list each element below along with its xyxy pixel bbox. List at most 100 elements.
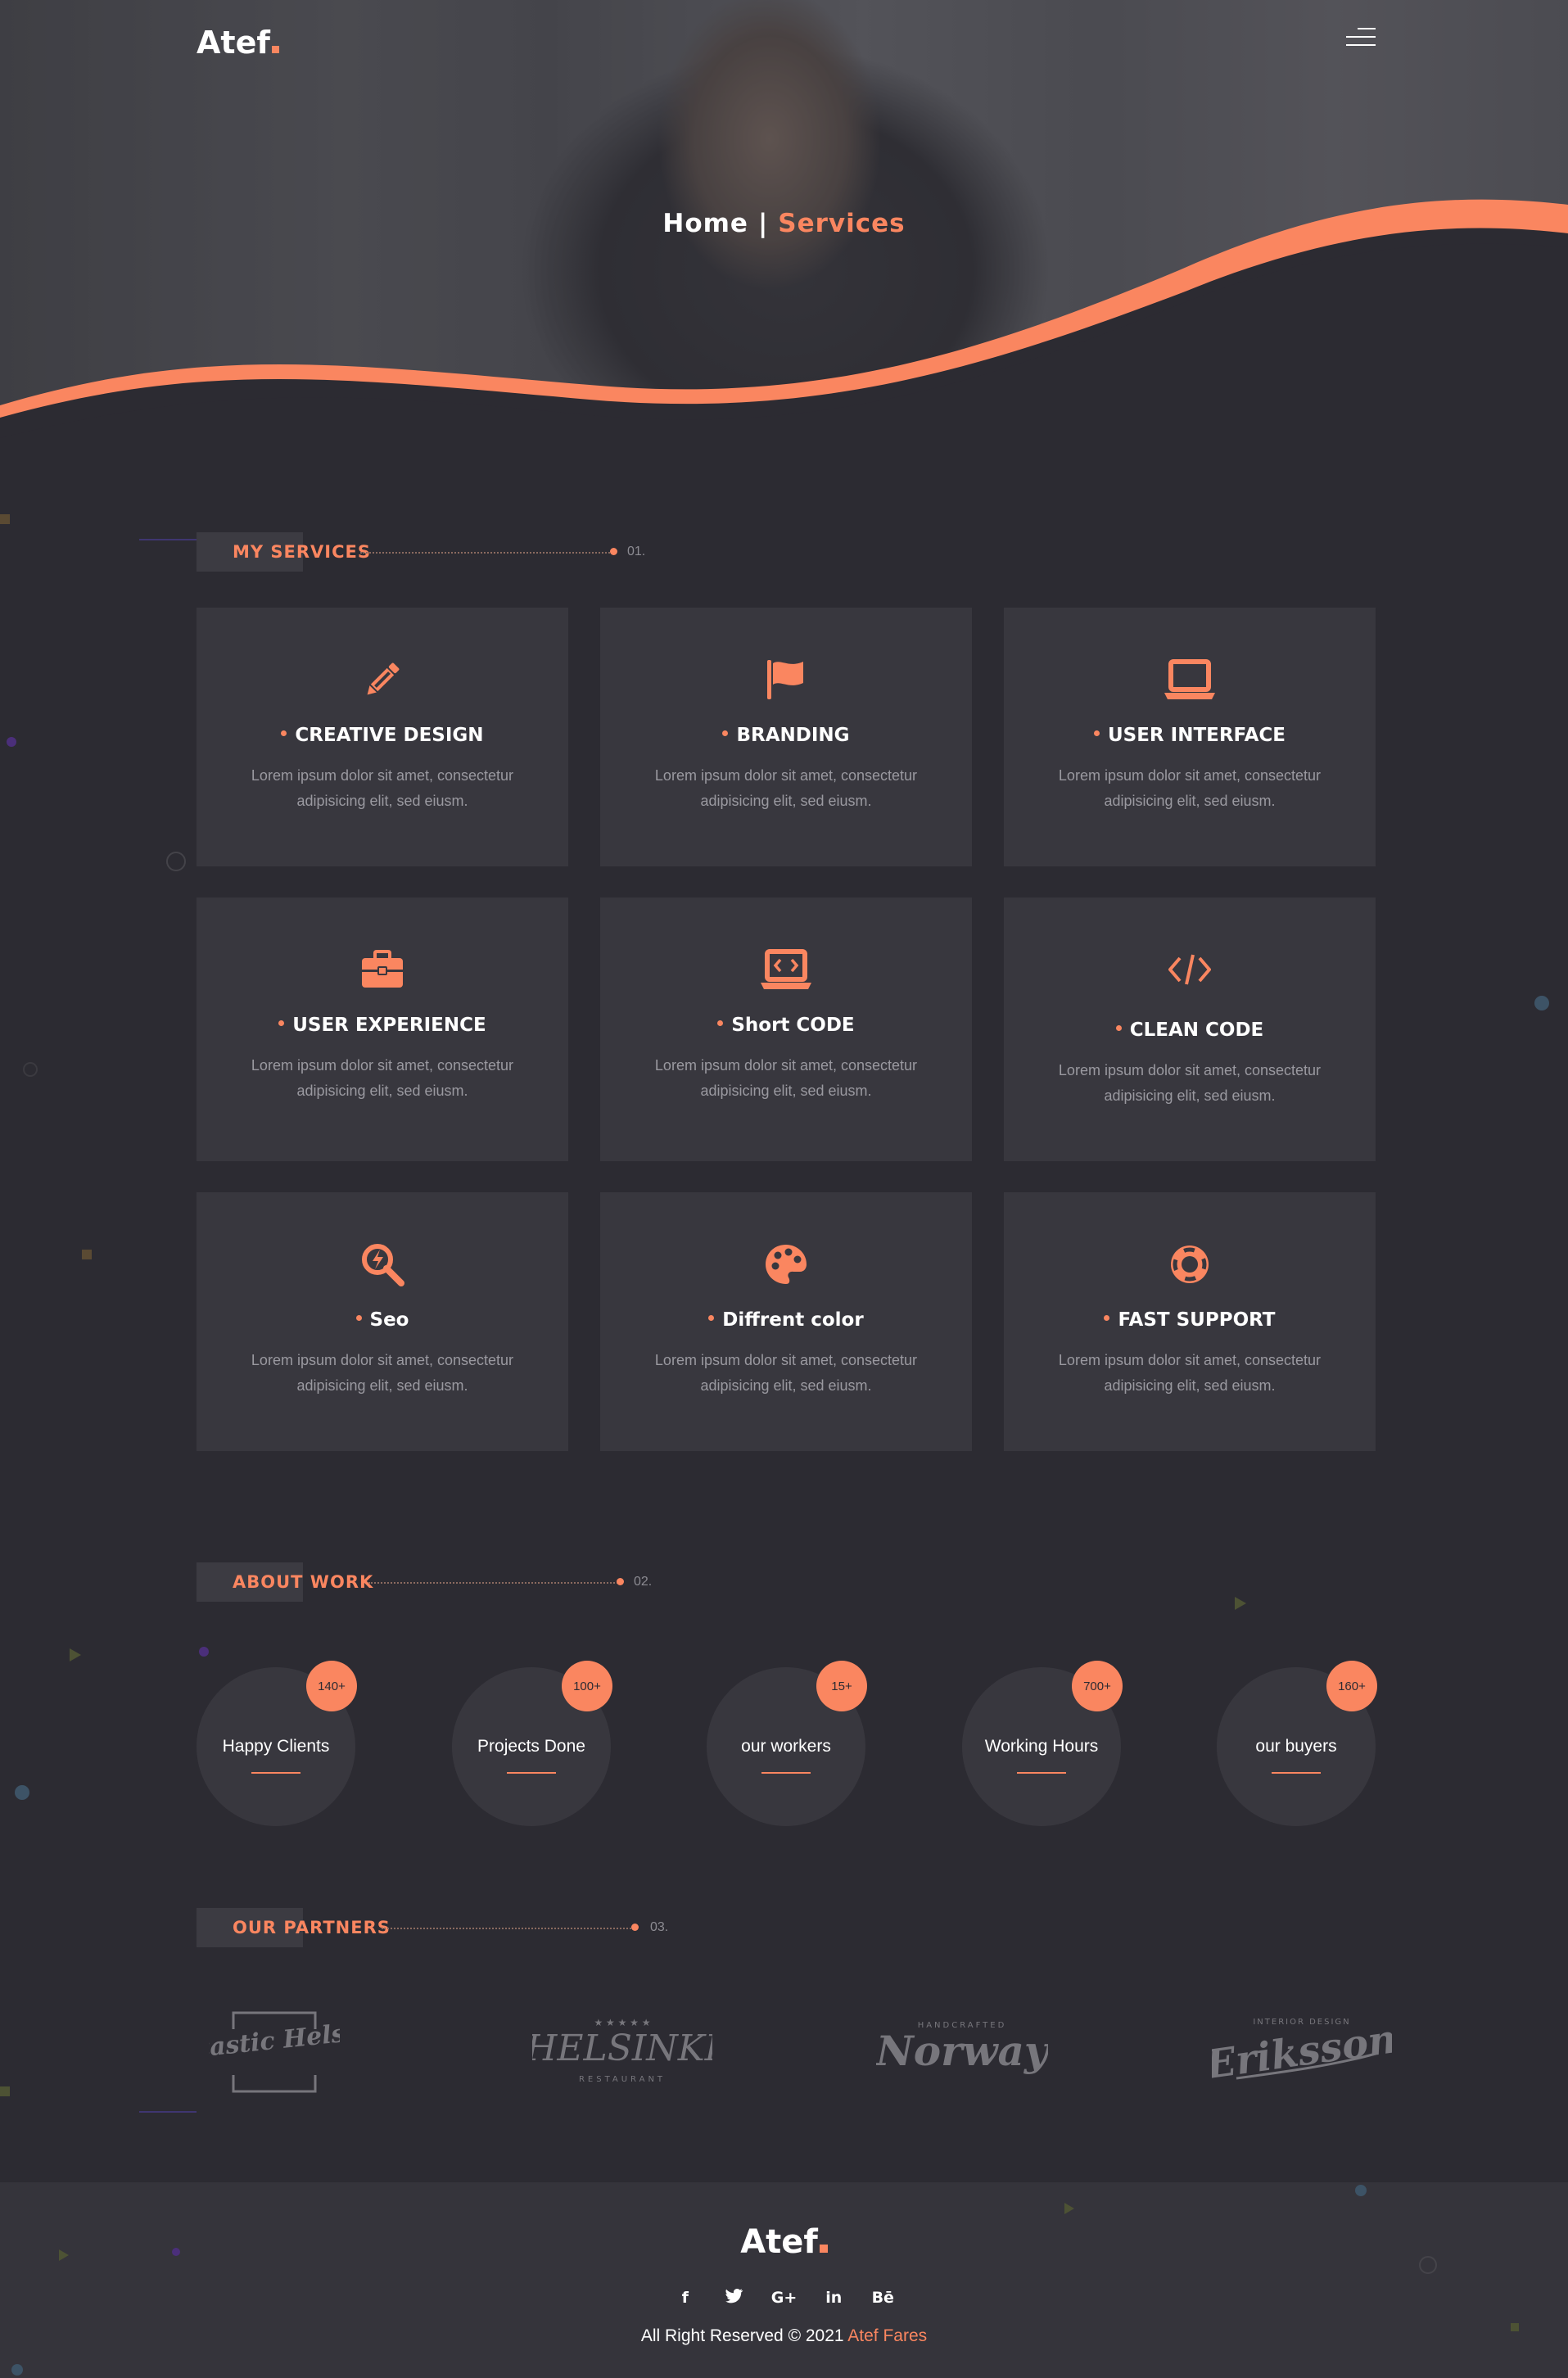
decor-ring: [166, 852, 186, 871]
footer: Atef f G+ in Bē All Right Reserved © 202…: [0, 2182, 1568, 2378]
section-title: MY SERVICES: [233, 542, 372, 562]
briefcase-icon: [197, 945, 568, 994]
svg-text:★ ★ ★ ★ ★: ★ ★ ★ ★ ★: [594, 2017, 650, 2028]
stat-counter: Working Hours 700+: [962, 1661, 1123, 1826]
decor-triangle: [70, 1648, 81, 1661]
stat-label: Working Hours: [984, 1737, 1099, 1756]
section-title: ABOUT WORK: [233, 1572, 374, 1592]
flag-icon: [600, 655, 972, 704]
behance-icon[interactable]: Bē: [870, 2289, 895, 2308]
decor-triangle: [1235, 1597, 1246, 1610]
facebook-icon[interactable]: f: [673, 2289, 698, 2308]
stat-value-badge: 15+: [816, 1661, 867, 1711]
pencil-icon: [197, 655, 568, 704]
linkedin-icon[interactable]: in: [821, 2289, 846, 2308]
service-card[interactable]: USER INTERFACE Lorem ipsum dolor sit amet…: [1004, 608, 1376, 866]
section-number: 01.: [627, 545, 646, 558]
section-number: 03.: [650, 1920, 669, 1934]
decor-triangle: [1064, 2203, 1074, 2214]
breadcrumb: Home | Services: [0, 209, 1568, 238]
stat-value-badge: 140+: [306, 1661, 357, 1711]
section-number: 02.: [634, 1575, 653, 1589]
svg-text:HELSINKI: HELSINKI: [532, 2028, 712, 2069]
service-title: Diffrent color: [600, 1309, 972, 1331]
svg-text:RESTAURANT: RESTAURANT: [579, 2075, 666, 2084]
service-description: Lorem ipsum dolor sit amet, consectetur …: [1058, 1062, 1322, 1104]
service-description: Lorem ipsum dolor sit amet, consectetur …: [251, 1352, 514, 1394]
site-logo[interactable]: Atef: [197, 25, 279, 61]
hamburger-menu-icon[interactable]: [1343, 26, 1376, 51]
stat-counter: our buyers 160+: [1217, 1661, 1377, 1826]
decor-dot: [15, 1785, 29, 1800]
service-description: Lorem ipsum dolor sit amet, consectetur …: [654, 1352, 918, 1394]
logo-dot: [271, 46, 279, 53]
decor-dot: [199, 1647, 209, 1657]
partner-logo-eriksson[interactable]: INTERIOR DESIGN Eriksson: [1212, 1998, 1392, 2104]
service-card[interactable]: BRANDING Lorem ipsum dolor sit amet, cons…: [600, 608, 972, 866]
service-description: Lorem ipsum dolor sit amet, consectetur …: [1058, 1352, 1322, 1394]
service-card[interactable]: Short CODE Lorem ipsum dolor sit amet, co…: [600, 897, 972, 1161]
copyright: All Right Reserved © 2021 Atef Fares: [0, 2326, 1568, 2346]
section-title: OUR PARTNERS: [233, 1918, 391, 1937]
service-title: FAST SUPPORT: [1004, 1309, 1376, 1331]
decor-dot: [7, 737, 16, 747]
decor-ring: [23, 1062, 38, 1077]
palette-icon: [600, 1240, 972, 1289]
service-title: BRANDING: [600, 725, 972, 746]
partner-logo-helsinki[interactable]: ★ ★ ★ ★ ★ HELSINKI RESTAURANT: [532, 1998, 712, 2104]
service-title: CREATIVE DESIGN: [197, 725, 568, 746]
service-card[interactable]: CREATIVE DESIGN Lorem ipsum dolor sit ame…: [197, 608, 568, 866]
author-link[interactable]: Atef Fares: [847, 2326, 927, 2345]
service-title: USER EXPERIENCE: [197, 1015, 568, 1036]
laptop-icon: [1004, 655, 1376, 704]
stat-counter: Happy Clients 140+: [197, 1661, 357, 1826]
service-description: Lorem ipsum dolor sit amet, consectetur …: [1058, 767, 1322, 809]
service-card[interactable]: CLEAN CODE Lorem ipsum dolor sit amet, co…: [1004, 897, 1376, 1161]
stat-underline: [1017, 1772, 1066, 1774]
service-card[interactable]: FAST SUPPORT Lorem ipsum dolor sit amet, …: [1004, 1192, 1376, 1451]
service-card[interactable]: USER EXPERIENCE Lorem ipsum dolor sit ame…: [197, 897, 568, 1161]
stat-label: Projects Done: [477, 1737, 585, 1756]
service-description: Lorem ipsum dolor sit amet, consectetur …: [251, 1057, 514, 1099]
copyright-text: All Right Reserved © 2021: [640, 2326, 844, 2345]
logo-dot: [819, 2245, 828, 2253]
stat-value-badge: 700+: [1072, 1661, 1123, 1711]
service-description: Lorem ipsum dolor sit amet, consectetur …: [251, 767, 514, 809]
stat-counter: our workers 15+: [707, 1661, 867, 1826]
breadcrumb-home[interactable]: Home: [662, 209, 748, 238]
decor-square: [0, 2086, 10, 2096]
service-title: USER INTERFACE: [1004, 725, 1376, 746]
service-title: Seo: [197, 1309, 568, 1331]
footer-logo[interactable]: Atef: [0, 2223, 1568, 2261]
decor-line: [139, 2111, 197, 2113]
decor-square: [0, 514, 10, 524]
code-icon: [1004, 945, 1376, 994]
stat-underline: [507, 1772, 556, 1774]
google-plus-icon[interactable]: G+: [771, 2289, 798, 2308]
decor-dot: [11, 2364, 23, 2376]
svg-text:Norway: Norway: [876, 2027, 1048, 2075]
lifebuoy-icon: [1004, 1240, 1376, 1289]
stat-underline: [1272, 1772, 1321, 1774]
twitter-icon[interactable]: [722, 2289, 747, 2308]
stat-underline: [251, 1772, 300, 1774]
laptop-code-icon: [600, 945, 972, 994]
stat-label: Happy Clients: [222, 1737, 330, 1756]
decor-line: [139, 539, 197, 540]
partner-logo-norway[interactable]: HANDCRAFTED Norway: [876, 1998, 1048, 2104]
stat-value-badge: 100+: [562, 1661, 612, 1711]
service-description: Lorem ipsum dolor sit amet, consectetur …: [654, 1057, 918, 1099]
decor-dot: [1534, 996, 1549, 1010]
breadcrumb-current: Services: [778, 209, 906, 238]
decor-square: [82, 1250, 92, 1259]
service-description: Lorem ipsum dolor sit amet, consectetur …: [654, 767, 918, 809]
service-card[interactable]: Seo Lorem ipsum dolor sit amet, consectet…: [197, 1192, 568, 1451]
partner-logo-fantastic-helsinki[interactable]: Fantastic Helsinki: [197, 1998, 352, 2104]
stat-counter: Projects Done 100+: [452, 1661, 612, 1826]
service-title: Short CODE: [600, 1015, 972, 1036]
stat-label: our buyers: [1255, 1737, 1337, 1756]
social-links: f G+ in Bē: [0, 2289, 1568, 2308]
breadcrumb-separator: |: [757, 209, 769, 238]
service-card[interactable]: Diffrent color Lorem ipsum dolor sit amet…: [600, 1192, 972, 1451]
stat-label: our workers: [741, 1737, 831, 1756]
